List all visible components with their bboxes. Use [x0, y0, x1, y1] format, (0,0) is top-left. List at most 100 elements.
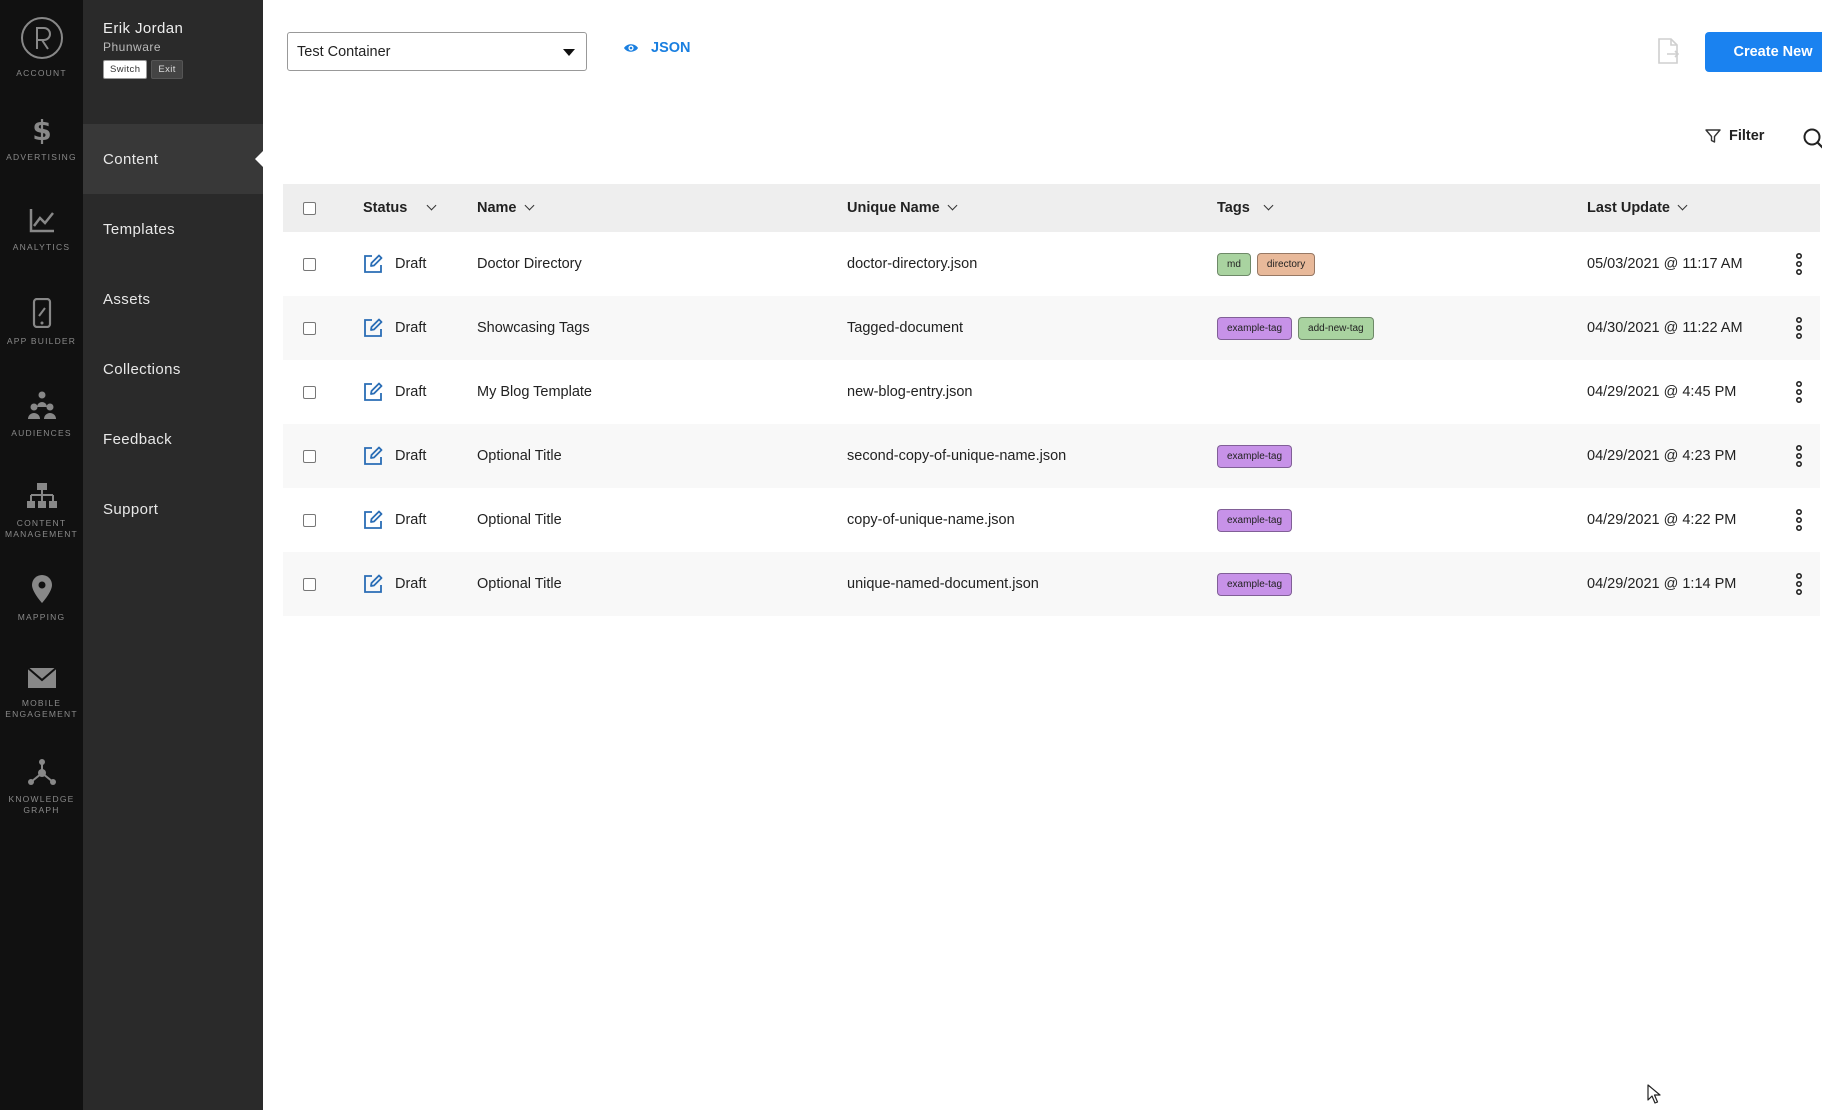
- header-unique-name[interactable]: Unique Name: [847, 200, 1217, 216]
- more-options-icon[interactable]: [1777, 445, 1820, 467]
- rail-item-audiences[interactable]: AUDIENCES: [0, 376, 83, 468]
- tag-badge[interactable]: example-tag: [1217, 316, 1293, 340]
- nav-item-assets[interactable]: Assets: [83, 264, 263, 334]
- row-checkbox[interactable]: [303, 449, 316, 463]
- row-name[interactable]: Doctor Directory: [477, 256, 847, 272]
- map-pin-icon: [31, 575, 52, 603]
- edit-icon[interactable]: [363, 446, 383, 466]
- row-status-label: Draft: [395, 384, 427, 400]
- more-options-icon[interactable]: [1777, 381, 1820, 403]
- row-last-update: 04/29/2021 @ 1:14 PM: [1587, 576, 1737, 592]
- table-row[interactable]: Draft Optional Title unique-named-document…: [283, 552, 1820, 616]
- table-row[interactable]: Draft My Blog Template new-blog-entry.json…: [283, 360, 1820, 424]
- table-body: Draft Doctor Directory doctor-directory.js…: [283, 232, 1820, 616]
- row-status-label: Draft: [395, 320, 427, 336]
- nav-item-templates[interactable]: Templates: [83, 194, 263, 264]
- row-checkbox[interactable]: [303, 321, 316, 335]
- rail-label: MOBILE ENGAGEMENT: [5, 698, 78, 720]
- tag-badge[interactable]: add-new-tag: [1298, 316, 1374, 340]
- row-checkbox[interactable]: [303, 257, 316, 271]
- table-row[interactable]: Draft Optional Title second-copy-of-unique…: [283, 424, 1820, 488]
- row-name[interactable]: Optional Title: [477, 448, 847, 464]
- hierarchy-icon: [26, 483, 57, 508]
- edit-icon[interactable]: [363, 510, 383, 530]
- eye-icon: [624, 44, 638, 52]
- row-tags: example-tag add-new-tag: [1217, 316, 1587, 340]
- table-row[interactable]: Draft Optional Title copy-of-unique-name.j…: [283, 488, 1820, 552]
- row-unique-name: Tagged-document: [847, 320, 964, 336]
- exit-button[interactable]: Exit: [151, 60, 183, 79]
- nav-item-collections[interactable]: Collections: [83, 334, 263, 404]
- rail-label: CONTENT MANAGEMENT: [5, 518, 78, 540]
- more-options-icon[interactable]: [1777, 573, 1820, 595]
- row-status: Draft: [363, 510, 477, 530]
- row-status: Draft: [363, 446, 477, 466]
- row-checkbox[interactable]: [303, 577, 316, 591]
- row-name[interactable]: My Blog Template: [477, 384, 847, 400]
- header-check-cell: [283, 201, 363, 215]
- row-name[interactable]: Optional Title: [477, 512, 847, 528]
- rail-item-app-builder[interactable]: APP BUILDER: [0, 284, 83, 376]
- rail-item-advertising[interactable]: $ ADVERTISING: [0, 100, 83, 192]
- top-bar: Test Container JSON Create New: [263, 0, 1822, 100]
- tag-badge[interactable]: example-tag: [1217, 572, 1293, 596]
- row-unique-name: new-blog-entry.json: [847, 384, 973, 400]
- header-last-update[interactable]: Last Update: [1587, 200, 1777, 216]
- phone-icon: [32, 298, 51, 328]
- content-table: Status Name Unique Name Tags Last Update…: [283, 184, 1820, 616]
- edit-icon[interactable]: [363, 574, 383, 594]
- tag-badge[interactable]: directory: [1256, 252, 1316, 276]
- header-name[interactable]: Name: [477, 200, 847, 216]
- create-new-button[interactable]: Create New: [1705, 32, 1822, 72]
- rail-label: ANALYTICS: [12, 242, 71, 252]
- json-view-link[interactable]: JSON: [623, 40, 691, 56]
- row-checkbox[interactable]: [303, 385, 316, 399]
- row-last-update: 04/29/2021 @ 4:22 PM: [1587, 512, 1737, 528]
- row-checkbox[interactable]: [303, 513, 316, 527]
- search-icon[interactable]: [1803, 128, 1822, 155]
- nav-item-support[interactable]: Support: [83, 474, 263, 544]
- export-document-icon[interactable]: [1657, 38, 1680, 69]
- more-options-icon[interactable]: [1777, 317, 1820, 339]
- dollar-icon: $: [32, 114, 51, 144]
- row-last-update: 04/30/2021 @ 11:22 AM: [1587, 320, 1743, 336]
- nav-item-feedback[interactable]: Feedback: [83, 404, 263, 474]
- table-row[interactable]: Draft Showcasing Tags Tagged-document examp…: [283, 296, 1820, 360]
- sort-chevron-icon: [524, 200, 534, 211]
- user-buttons: Switch Exit: [103, 60, 243, 79]
- row-unique-name: unique-named-document.json: [847, 576, 1039, 592]
- rail-item-mapping[interactable]: MAPPING: [0, 560, 83, 652]
- filter-button[interactable]: Filter: [1705, 128, 1764, 144]
- svg-text:$: $: [32, 114, 51, 144]
- row-check-cell: [283, 257, 363, 271]
- edit-icon[interactable]: [363, 318, 383, 338]
- switch-button[interactable]: Switch: [103, 60, 148, 79]
- header-status[interactable]: Status: [363, 200, 477, 216]
- row-name[interactable]: Optional Title: [477, 576, 847, 592]
- row-unique-name: doctor-directory.json: [847, 256, 978, 272]
- rail-item-content-management[interactable]: CONTENT MANAGEMENT: [0, 468, 83, 560]
- row-status: Draft: [363, 254, 477, 274]
- edit-icon[interactable]: [363, 382, 383, 402]
- tag-badge[interactable]: example-tag: [1217, 444, 1293, 468]
- rail-item-account[interactable]: ACCOUNT: [0, 0, 83, 100]
- rail-item-analytics[interactable]: ANALYTICS: [0, 192, 83, 284]
- row-name[interactable]: Showcasing Tags: [477, 320, 847, 336]
- more-options-icon[interactable]: [1777, 509, 1820, 531]
- select-all-checkbox[interactable]: [303, 201, 316, 215]
- tag-badge[interactable]: md: [1217, 252, 1251, 276]
- rail-item-knowledge-graph[interactable]: KNOWLEDGE GRAPH: [0, 744, 83, 836]
- container-select[interactable]: Test Container: [287, 32, 587, 71]
- nav-item-content[interactable]: Content: [83, 124, 263, 194]
- rail-item-mobile-engagement[interactable]: MOBILE ENGAGEMENT: [0, 652, 83, 744]
- icon-rail: ACCOUNT $ ADVERTISING ANALYTICS APP BUIL…: [0, 0, 83, 1110]
- account-logo-icon: [20, 17, 63, 59]
- header-tags[interactable]: Tags: [1217, 200, 1587, 216]
- filter-icon: [1705, 129, 1721, 143]
- chart-line-icon: [29, 209, 54, 233]
- rail-label: MAPPING: [17, 612, 66, 622]
- more-options-icon[interactable]: [1777, 253, 1820, 275]
- table-row[interactable]: Draft Doctor Directory doctor-directory.js…: [283, 232, 1820, 296]
- tag-badge[interactable]: example-tag: [1217, 508, 1293, 532]
- edit-icon[interactable]: [363, 254, 383, 274]
